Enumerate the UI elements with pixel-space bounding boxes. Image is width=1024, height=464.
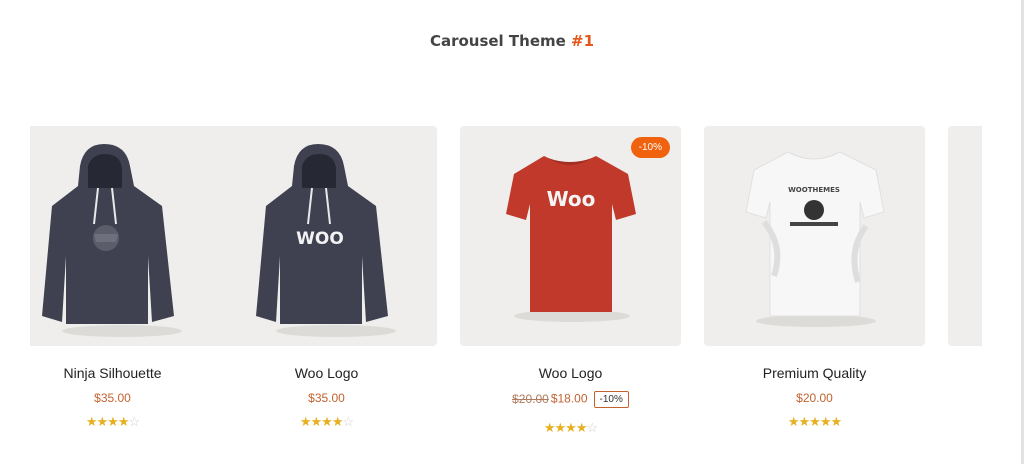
product-price: $20.00 [796,391,833,405]
svg-text:WOO: WOO [296,229,344,249]
discount-tag: -10% [593,391,629,408]
product-price: $35.00 [308,391,345,405]
star-icon: ★ [809,414,821,429]
star-rating: ★★★★☆ [216,414,437,430]
star-icon: ★ [310,414,323,429]
star-rating: ★★★★☆ [30,414,223,430]
hoodie-icon: WOO [256,144,396,337]
star-icon: ☆ [342,414,354,429]
star-icon: ★ [787,414,800,429]
product-carousel[interactable]: Ninja Silhouette $35.00 ★★★★☆ WOO Woo Lo… [30,126,982,456]
star-icon: ★ [117,414,130,429]
product-card[interactable]: Woo -10% Woo Logo $20.00 $18.00 -10% ★★★★☆ [460,126,681,456]
product-image[interactable] [30,126,223,346]
star-icon: ★ [96,414,109,429]
product-image[interactable]: WOOTHEMES [704,126,925,346]
carousel-heading: Carousel Theme #1 [429,32,595,50]
star-icon: ★ [543,420,556,435]
star-icon: ★ [575,420,588,435]
next-product-peek[interactable] [948,126,982,346]
star-icon: ★ [321,414,333,429]
hoodie-icon [42,144,182,337]
star-icon: ★ [565,420,577,435]
tshirt-icon: Woo [506,156,636,322]
star-icon: ★ [554,420,567,435]
star-rating: ★★★★☆ [460,420,681,436]
star-icon: ★ [299,414,312,429]
star-icon: ★ [107,414,119,429]
star-icon: ☆ [128,414,140,429]
product-name[interactable]: Premium Quality [704,365,925,381]
sale-price: $18.00 [550,391,588,406]
star-icon: ★ [85,414,98,429]
star-icon: ☆ [586,420,598,435]
product-card[interactable]: WOO Woo Logo $35.00 ★★★★☆ [216,126,437,456]
star-icon: ★ [819,414,832,429]
star-rating: ★★★★★ [704,414,925,430]
star-icon: ★ [331,414,344,429]
product-image[interactable]: Woo -10% [460,126,681,346]
product-price: $35.00 [94,391,131,405]
product-card[interactable]: Ninja Silhouette $35.00 ★★★★☆ [30,126,223,456]
star-icon: ★ [830,414,842,429]
tshirt-icon: WOOTHEMES [745,151,885,327]
heading-accent: #1 [571,32,595,50]
product-price: $20.00 $18.00 -10% [460,391,681,408]
product-image[interactable]: WOO [216,126,437,346]
product-card[interactable]: WOOTHEMES Premium Quality $20.00 ★★★★★ [704,126,925,456]
sale-badge: -10% [630,137,670,158]
star-icon: ★ [798,414,811,429]
svg-text:Woo: Woo [547,187,596,211]
product-name[interactable]: Woo Logo [460,365,681,381]
svg-text:WOOTHEMES: WOOTHEMES [788,186,840,194]
product-name[interactable]: Ninja Silhouette [30,365,223,381]
product-name[interactable]: Woo Logo [216,365,437,381]
old-price: $20.00 [512,391,549,406]
